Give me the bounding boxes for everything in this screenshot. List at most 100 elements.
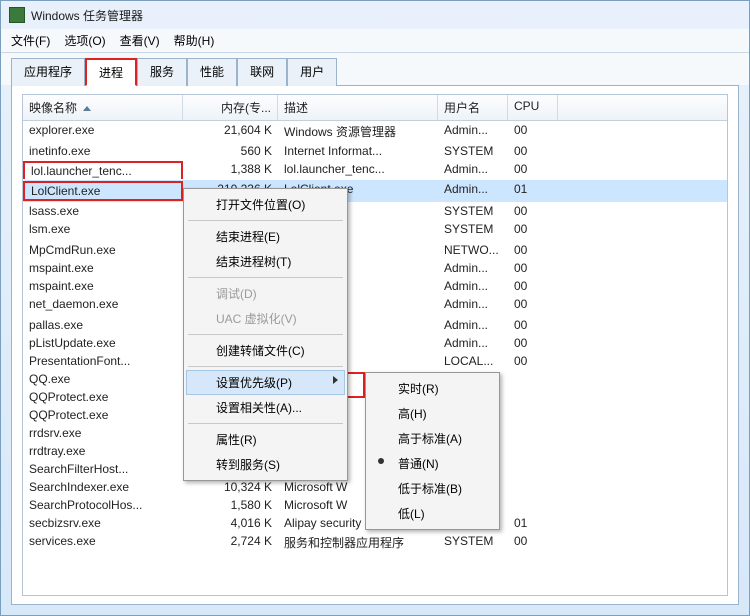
tab-services[interactable]: 服务 <box>137 58 187 86</box>
table-row[interactable]: LolClient.exe210,236 KLolClient.exeAdmin… <box>23 180 727 202</box>
cell-desc: lol.launcher_tenc... <box>278 161 438 179</box>
menu-file[interactable]: 文件(F) <box>11 32 50 49</box>
cell-image-name: rrdtray.exe <box>23 443 183 459</box>
mi-end-process-tree[interactable]: 结束进程树(T) <box>186 249 345 274</box>
table-row[interactable]: pListUpdate.exeAdmin...00 <box>23 334 727 352</box>
cell-cpu <box>508 407 558 423</box>
table-row[interactable]: lol.launcher_tenc...1,388 Klol.launcher_… <box>23 160 727 180</box>
cell-image-name: lol.launcher_tenc... <box>23 161 183 179</box>
col-image-name[interactable]: 映像名称 <box>23 95 183 120</box>
mi-priority-high[interactable]: 高(H) <box>368 401 497 426</box>
cell-image-name: rrdsrv.exe <box>23 425 183 441</box>
cell-cpu <box>508 371 558 387</box>
context-menu[interactable]: 打开文件位置(O) 结束进程(E) 结束进程树(T) 调试(D) UAC 虚拟化… <box>183 188 348 481</box>
tab-performance[interactable]: 性能 <box>187 58 237 86</box>
cell-mem: 10,324 K <box>183 479 278 495</box>
app-icon <box>9 7 25 23</box>
mi-debug: 调试(D) <box>186 281 345 306</box>
mi-open-location[interactable]: 打开文件位置(O) <box>186 192 345 217</box>
cell-cpu: 00 <box>508 203 558 219</box>
mi-end-process[interactable]: 结束进程(E) <box>186 224 345 249</box>
cell-user: Admin... <box>438 278 508 294</box>
listview-body: explorer.exe21,604 KWindows 资源管理器Admin..… <box>23 121 727 597</box>
mi-create-dump[interactable]: 创建转储文件(C) <box>186 338 345 363</box>
separator <box>188 334 343 335</box>
cell-cpu: 00 <box>508 296 558 315</box>
mi-goto-service[interactable]: 转到服务(S) <box>186 452 345 477</box>
col-memory[interactable]: 内存(专... <box>183 95 278 120</box>
tab-processes[interactable]: 进程 <box>85 58 137 86</box>
table-row[interactable]: explorer.exe21,604 KWindows 资源管理器Admin..… <box>23 121 727 142</box>
cell-user: Admin... <box>438 335 508 351</box>
cell-image-name: SearchProtocolHos... <box>23 497 183 513</box>
cell-image-name: services.exe <box>23 533 183 552</box>
tab-applications[interactable]: 应用程序 <box>11 58 85 86</box>
cell-image-name: pallas.exe <box>23 317 183 333</box>
cell-image-name: SearchIndexer.exe <box>23 479 183 495</box>
table-row[interactable]: services.exe2,724 K服务和控制器应用程序SYSTEM00 <box>23 532 727 553</box>
cell-image-name: MpCmdRun.exe <box>23 242 183 258</box>
mi-priority-realtime[interactable]: 实时(R) <box>368 376 497 401</box>
menu-options[interactable]: 选项(O) <box>64 32 105 49</box>
table-row[interactable]: pallas.exePallasAdmin...00 <box>23 316 727 334</box>
table-row[interactable]: lsass.exeity Au...SYSTEM00 <box>23 202 727 220</box>
cell-mem: 1,580 K <box>183 497 278 513</box>
cell-image-name: mspaint.exe <box>23 278 183 294</box>
menu-help[interactable]: 帮助(H) <box>174 32 215 49</box>
cell-cpu: 00 <box>508 143 558 159</box>
cell-image-name: secbizsrv.exe <box>23 515 183 531</box>
cell-user: Admin... <box>438 260 508 276</box>
cell-user: NETWO... <box>438 242 508 258</box>
menu-view[interactable]: 查看(V) <box>120 32 160 49</box>
cell-cpu: 01 <box>508 181 558 201</box>
mi-properties[interactable]: 属性(R) <box>186 427 345 452</box>
cell-user: SYSTEM <box>438 533 508 552</box>
cell-image-name: QQProtect.exe <box>23 407 183 423</box>
mi-priority-normal[interactable]: 普通(N) <box>368 451 497 476</box>
menubar: 文件(F) 选项(O) 查看(V) 帮助(H) <box>1 29 749 53</box>
mi-priority-low[interactable]: 低(L) <box>368 501 497 526</box>
cell-mem: 2,724 K <box>183 533 278 552</box>
cell-image-name: mspaint.exe <box>23 260 183 276</box>
cell-cpu <box>508 443 558 459</box>
cell-cpu <box>508 497 558 513</box>
cell-cpu: 00 <box>508 533 558 552</box>
tab-users[interactable]: 用户 <box>287 58 337 86</box>
cell-cpu: 00 <box>508 260 558 276</box>
tabstrip: 应用程序 进程 服务 性能 联网 用户 <box>1 53 749 85</box>
mi-priority-above-normal[interactable]: 高于标准(A) <box>368 426 497 451</box>
cell-image-name: SearchFilterHost... <box>23 461 183 477</box>
table-row[interactable]: inetinfo.exe560 KInternet Informat...SYS… <box>23 142 727 160</box>
mi-priority-below-normal[interactable]: 低于标准(B) <box>368 476 497 501</box>
separator <box>188 366 343 367</box>
table-row[interactable]: mspaint.exe Admin...00 <box>23 259 727 277</box>
cell-user: Admin... <box>438 122 508 141</box>
cell-user: SYSTEM <box>438 221 508 240</box>
listview-header: 映像名称 内存(专... 描述 用户名 CPU <box>23 95 727 121</box>
table-row[interactable]: PresentationFont...nFontC...LOCAL...00 <box>23 352 727 370</box>
table-row[interactable]: net_daemon.exe理和发...Admin...00 <box>23 295 727 316</box>
cell-image-name: lsm.exe <box>23 221 183 240</box>
tab-network[interactable]: 联网 <box>237 58 287 86</box>
table-row[interactable]: mspaint.exeAdmin...00 <box>23 277 727 295</box>
table-row[interactable]: lsm.exe器服务SYSTEM00 <box>23 220 727 241</box>
mi-set-priority[interactable]: 设置优先级(P) <box>186 370 345 395</box>
cell-cpu: 00 <box>508 335 558 351</box>
cell-cpu <box>508 479 558 495</box>
process-listview[interactable]: 映像名称 内存(专... 描述 用户名 CPU explorer.exe21,6… <box>22 94 728 596</box>
col-cpu[interactable]: CPU <box>508 95 558 120</box>
cell-mem: 21,604 K <box>183 122 278 141</box>
table-row[interactable]: MpCmdRun.exealware...NETWO...00 <box>23 241 727 259</box>
cell-user: LOCAL... <box>438 353 508 369</box>
priority-submenu[interactable]: 实时(R) 高(H) 高于标准(A) 普通(N) 低于标准(B) 低(L) <box>365 372 500 530</box>
col-description[interactable]: 描述 <box>278 95 438 120</box>
cell-image-name: inetinfo.exe <box>23 143 183 159</box>
col-username[interactable]: 用户名 <box>438 95 508 120</box>
separator <box>188 277 343 278</box>
mi-uac-virtualization: UAC 虚拟化(V) <box>186 306 345 331</box>
mi-set-affinity[interactable]: 设置相关性(A)... <box>186 395 345 420</box>
cell-image-name: QQ.exe <box>23 371 183 387</box>
cell-user: SYSTEM <box>438 143 508 159</box>
cell-user: Admin... <box>438 317 508 333</box>
cell-cpu <box>508 461 558 477</box>
